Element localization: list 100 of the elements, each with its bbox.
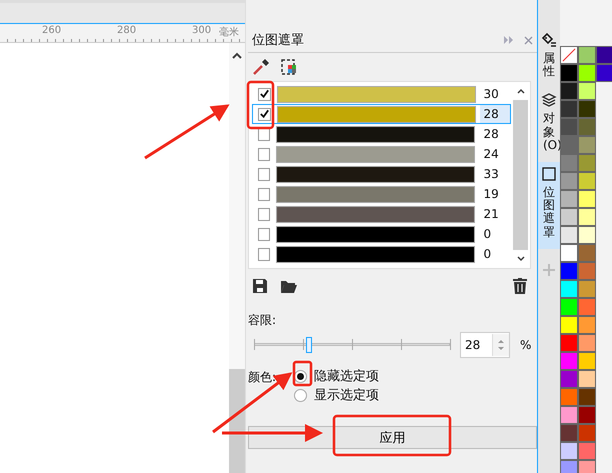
radio-button[interactable]	[294, 389, 307, 402]
color-swatch[interactable]	[596, 46, 612, 64]
color-swatch[interactable]	[578, 280, 596, 298]
panel-title: 位图遮罩	[252, 32, 304, 49]
percent-label: %	[520, 338, 532, 352]
tolerance-value: 28	[480, 105, 510, 123]
color-swatch[interactable]	[578, 370, 596, 388]
tolerance-slider[interactable]	[254, 337, 450, 353]
scrollbar-thumb[interactable]	[513, 100, 528, 250]
color-swatch[interactable]	[560, 406, 578, 424]
color-row[interactable]: 21	[252, 204, 511, 224]
color-swatch[interactable]	[578, 244, 596, 262]
color-swatch[interactable]	[578, 208, 596, 226]
color-swatch[interactable]	[578, 46, 596, 64]
checkbox[interactable]	[258, 148, 270, 160]
tolerance-value: 21	[482, 206, 500, 223]
color-row[interactable]: 19	[252, 184, 511, 204]
color-swatch[interactable]	[578, 316, 596, 334]
checkbox[interactable]	[258, 108, 271, 120]
color-swatch[interactable]	[560, 370, 578, 388]
color-row[interactable]: 30	[252, 84, 511, 104]
highlight-frame	[292, 360, 312, 386]
scroll-up-icon[interactable]	[516, 86, 526, 96]
eyedropper-icon[interactable]	[252, 58, 270, 76]
color-swatch[interactable]	[560, 100, 578, 118]
color-swatch[interactable]	[596, 64, 612, 82]
color-swatch[interactable]	[560, 172, 578, 190]
checkbox[interactable]	[258, 228, 270, 240]
color-swatch[interactable]	[560, 208, 578, 226]
spin-arrows-icon[interactable]	[497, 337, 505, 353]
apply-button[interactable]: 应用	[248, 426, 537, 449]
color-swatch[interactable]	[578, 100, 596, 118]
color-swatch[interactable]	[578, 460, 596, 473]
color-swatch[interactable]	[560, 82, 578, 100]
color-swatch[interactable]	[578, 298, 596, 316]
color-swatch[interactable]	[560, 316, 578, 334]
color-swatch[interactable]	[560, 64, 578, 82]
color-swatch[interactable]	[578, 406, 596, 424]
checkbox[interactable]	[258, 188, 270, 200]
scroll-down-icon[interactable]	[516, 254, 526, 264]
color-row[interactable]: 0	[252, 224, 511, 244]
tolerance-value: 0	[482, 246, 492, 263]
color-swatch[interactable]	[560, 460, 578, 473]
color-swatch[interactable]	[560, 424, 578, 442]
color-row[interactable]: 24	[252, 144, 511, 164]
mask-select-icon[interactable]	[280, 58, 298, 76]
checkbox[interactable]	[258, 248, 270, 260]
color-swatch[interactable]	[560, 226, 578, 244]
color-row[interactable]: 28	[252, 124, 511, 144]
color-swatch[interactable]	[560, 442, 578, 460]
expand-icon[interactable]	[504, 36, 514, 44]
color-swatch[interactable]	[560, 244, 578, 262]
checkbox[interactable]	[258, 208, 270, 220]
color-swatch[interactable]	[560, 136, 578, 154]
color-swatch[interactable]	[578, 388, 596, 406]
color-swatch[interactable]	[560, 280, 578, 298]
color-swatch[interactable]	[578, 82, 596, 100]
trash-icon[interactable]	[513, 278, 527, 294]
color-swatch[interactable]	[560, 118, 578, 136]
layers-icon	[541, 92, 557, 108]
color-swatch[interactable]	[560, 352, 578, 370]
scrollbar-thumb[interactable]	[229, 369, 245, 473]
color-swatch[interactable]	[578, 118, 596, 136]
color-swatch[interactable]	[578, 442, 596, 460]
color-swatch[interactable]	[560, 154, 578, 172]
checkbox[interactable]	[258, 168, 270, 180]
color-swatch[interactable]	[578, 424, 596, 442]
color-swatch[interactable]	[578, 190, 596, 208]
properties-icon	[541, 32, 557, 48]
radio-option[interactable]: 隐藏选定项	[294, 368, 379, 385]
checkbox[interactable]	[258, 88, 271, 100]
save-icon[interactable]	[252, 278, 268, 294]
color-swatch[interactable]	[560, 334, 578, 352]
close-icon[interactable]	[524, 36, 533, 44]
color-swatch[interactable]	[578, 154, 596, 172]
color-row[interactable]: 28	[252, 104, 511, 124]
highlight-frame	[246, 80, 274, 130]
color-swatch[interactable]	[578, 262, 596, 280]
add-icon[interactable]	[542, 262, 556, 277]
color-swatch[interactable]	[578, 172, 596, 190]
color-row[interactable]: 0	[252, 244, 511, 264]
no-color-swatch[interactable]	[560, 46, 578, 64]
slider-thumb[interactable]	[306, 337, 312, 353]
tolerance-label: 容限:	[248, 312, 278, 328]
color-swatch[interactable]	[578, 136, 596, 154]
tolerance-value: 0	[482, 226, 492, 243]
color-swatch[interactable]	[578, 352, 596, 370]
color-swatch[interactable]	[578, 226, 596, 244]
side-tab[interactable]: 属性	[538, 28, 560, 88]
color-swatch[interactable]	[578, 334, 596, 352]
radio-option[interactable]: 显示选定项	[294, 387, 379, 404]
color-swatch[interactable]	[560, 262, 578, 280]
side-tab[interactable]: 位图遮罩	[538, 162, 560, 249]
color-swatch[interactable]	[560, 388, 578, 406]
color-row[interactable]: 33	[252, 164, 511, 184]
folder-icon[interactable]	[280, 278, 297, 294]
tolerance-spinbox[interactable]: 28	[460, 332, 510, 358]
color-swatch[interactable]	[560, 298, 578, 316]
color-swatch[interactable]	[560, 190, 578, 208]
color-swatch[interactable]	[578, 64, 596, 82]
